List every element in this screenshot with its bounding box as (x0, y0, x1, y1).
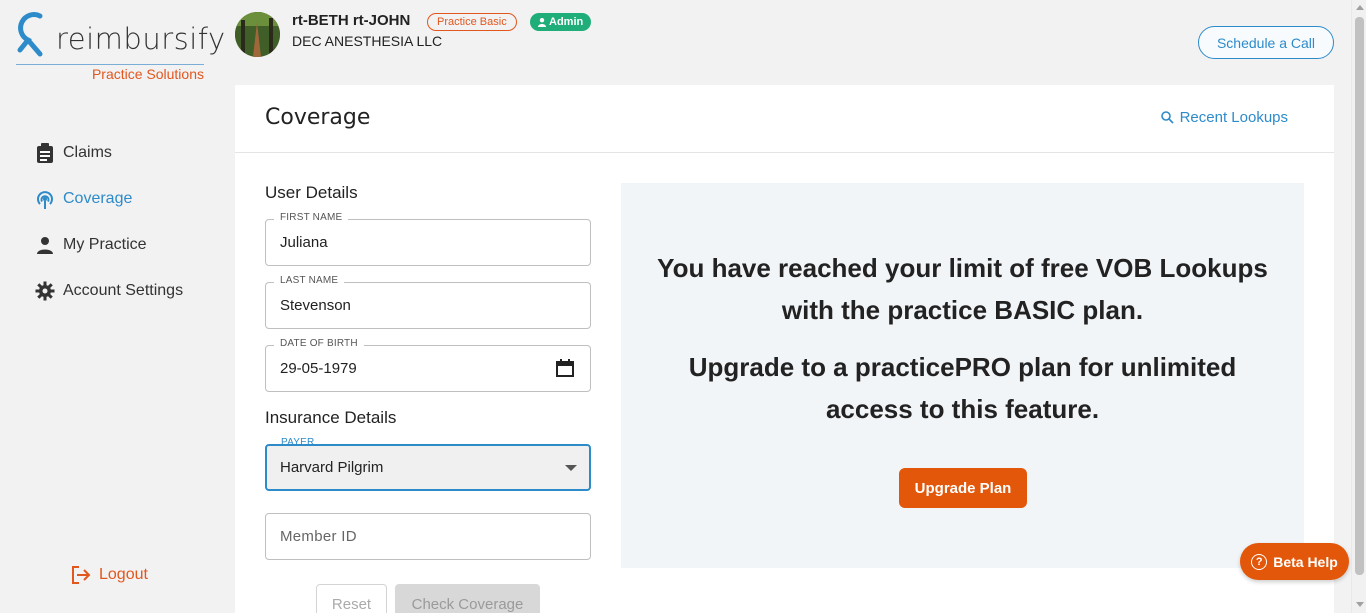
date-of-birth-value: 29-05-1979 (280, 360, 357, 377)
calendar-icon[interactable] (556, 359, 574, 382)
plan-badge: Practice Basic (427, 13, 517, 31)
limit-message: You have reached your limit of free VOB … (621, 247, 1304, 331)
payer-select[interactable]: PAYER Harvard Pilgrim (265, 437, 591, 491)
logout-link[interactable]: Logout (71, 566, 148, 584)
coverage-card: Coverage Recent Lookups User Details FIR… (235, 85, 1334, 613)
member-id-placeholder: Member ID (280, 528, 357, 545)
user-details-heading: User Details (265, 183, 358, 202)
date-of-birth-label: DATE OF BIRTH (274, 338, 364, 349)
gear-icon (34, 280, 56, 302)
first-name-field[interactable]: FIRST NAME Juliana (265, 212, 591, 266)
sidebar-item-label: Account Settings (63, 282, 184, 299)
sidebar-item-claims[interactable]: Claims (34, 130, 183, 176)
sidebar-item-account-settings[interactable]: Account Settings (34, 268, 183, 314)
last-name-label: LAST NAME (274, 275, 345, 286)
first-name-value: Juliana (280, 234, 328, 251)
page-title: Coverage (265, 105, 371, 130)
beta-help-button[interactable]: ? Beta Help (1240, 543, 1349, 580)
date-of-birth-field[interactable]: DATE OF BIRTH 29-05-1979 (265, 338, 591, 392)
upgrade-message-line-1: Upgrade to a practicePRO plan for unlimi… (688, 352, 1237, 382)
recent-lookups-link[interactable]: Recent Lookups (1160, 109, 1288, 126)
recent-lookups-label: Recent Lookups (1179, 109, 1288, 126)
logout-icon (71, 566, 91, 584)
person-icon (34, 234, 56, 256)
user-icon (538, 17, 546, 27)
limit-message-line-2: with the practice BASIC plan. (781, 295, 1144, 325)
brand-name: reimbursify (56, 22, 226, 56)
schedule-call-button[interactable]: Schedule a Call (1198, 26, 1334, 59)
check-coverage-button[interactable]: Check Coverage (395, 584, 540, 613)
upgrade-promo-panel: You have reached your limit of free VOB … (621, 183, 1304, 568)
limit-message-line-1: You have reached your limit of free VOB … (657, 253, 1268, 283)
reset-button[interactable]: Reset (316, 584, 387, 613)
sidebar-item-my-practice[interactable]: My Practice (34, 222, 183, 268)
scroll-up-icon[interactable] (1356, 5, 1364, 10)
clipboard-icon (34, 142, 56, 164)
scroll-down-icon[interactable] (1356, 602, 1364, 607)
search-icon (1160, 111, 1174, 124)
sidebar-nav: Claims Coverage My Practice Account Sett… (34, 130, 183, 314)
sidebar-item-label: Claims (63, 144, 112, 161)
logo-divider (16, 64, 204, 65)
user-name: rt-BETH rt-JOHN (292, 12, 411, 29)
page-scrollbar[interactable] (1351, 0, 1366, 613)
scrollbar-thumb[interactable] (1355, 17, 1364, 575)
insurance-details-heading: Insurance Details (265, 408, 397, 427)
beta-help-label: Beta Help (1273, 553, 1338, 570)
company-name: DEC ANESTHESIA LLC (292, 33, 443, 49)
payer-label: PAYER (281, 437, 315, 448)
upgrade-plan-button[interactable]: Upgrade Plan (899, 468, 1027, 508)
sidebar-item-label: Coverage (63, 190, 133, 207)
role-badge-label: Admin (549, 16, 584, 28)
avatar[interactable] (235, 12, 280, 57)
first-name-label: FIRST NAME (274, 212, 349, 223)
chevron-down-icon (565, 465, 577, 471)
last-name-value: Stevenson (280, 297, 351, 314)
payer-value: Harvard Pilgrim (280, 459, 384, 476)
brand-tagline: Practice Solutions (91, 66, 204, 82)
logout-label: Logout (99, 566, 148, 583)
upgrade-message-line-2: access to this feature. (825, 394, 1100, 424)
sidebar-item-coverage[interactable]: Coverage (34, 176, 183, 222)
reimbursify-logo-icon (17, 12, 43, 57)
card-header: Coverage Recent Lookups (235, 85, 1334, 153)
member-id-input[interactable]: Member ID (265, 513, 591, 560)
last-name-field[interactable]: LAST NAME Stevenson (265, 275, 591, 329)
brand-logo[interactable]: reimbursify Practice Solutions (14, 8, 225, 84)
help-icon: ? (1251, 553, 1268, 570)
coverage-signal-icon (34, 188, 56, 210)
role-badge: Admin (530, 13, 592, 31)
sidebar-item-label: My Practice (63, 236, 147, 253)
upgrade-message: Upgrade to a practicePRO plan for unlimi… (621, 346, 1304, 430)
